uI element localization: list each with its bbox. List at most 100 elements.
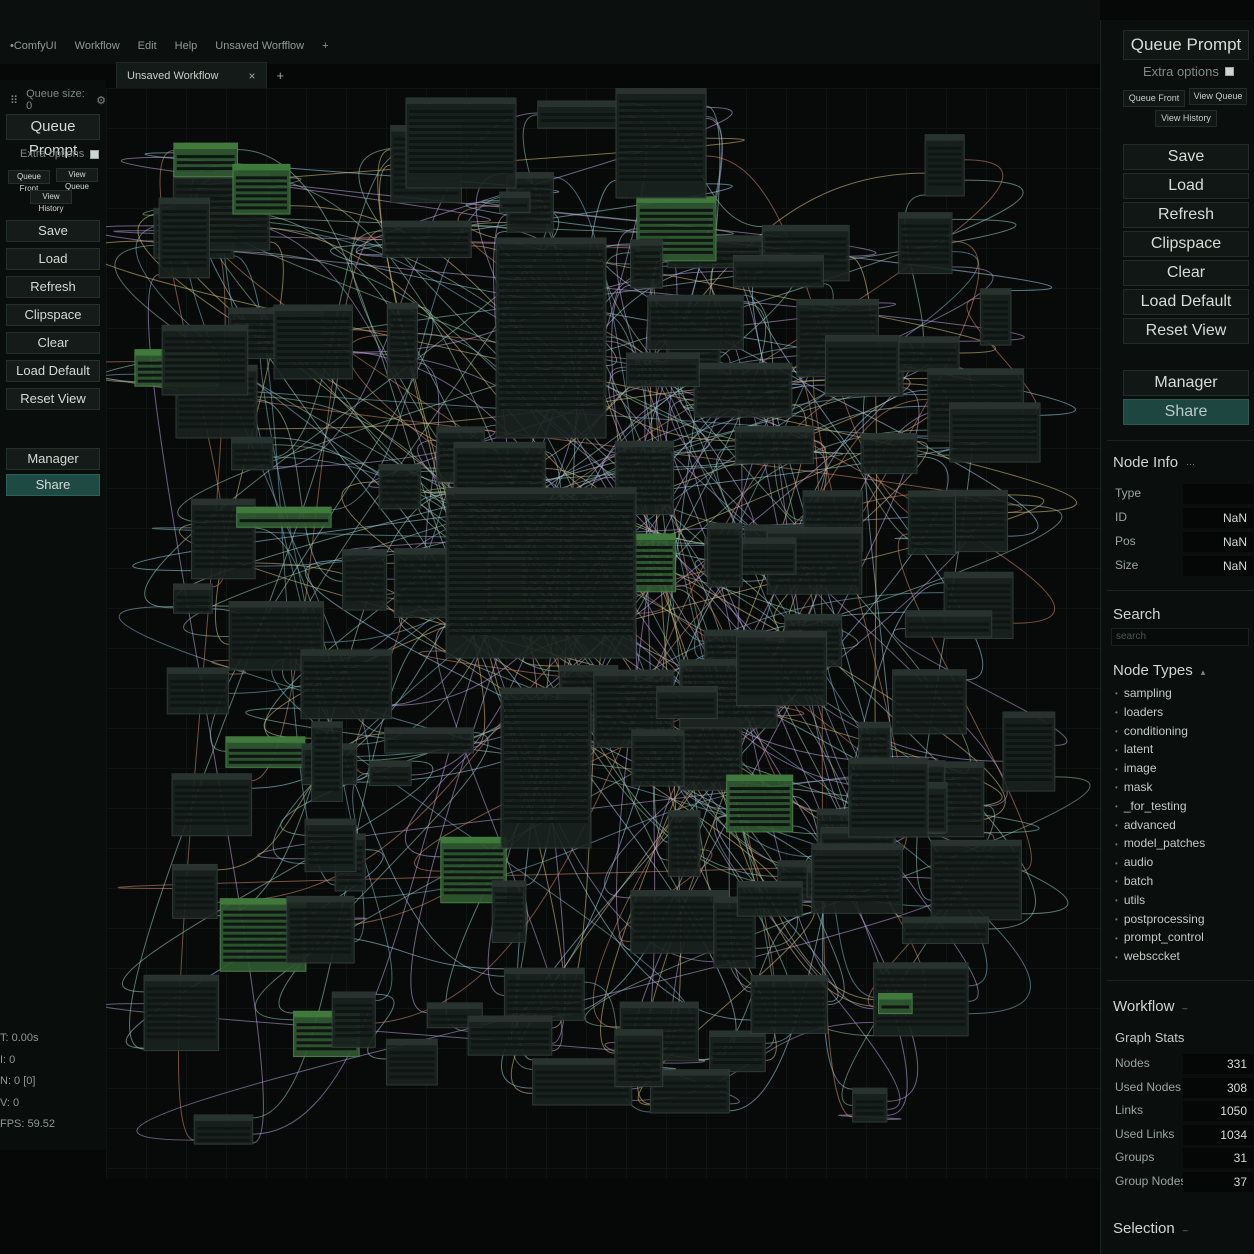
extra-options-checkbox-right[interactable]: [1224, 67, 1234, 76]
node-type-item[interactable]: prompt_control: [1115, 930, 1204, 944]
extra-options-checkbox[interactable]: [90, 149, 100, 159]
graph-node-widget: [535, 1088, 629, 1092]
node-type-item[interactable]: _for_testing: [1115, 799, 1187, 813]
node-type-item[interactable]: advanced: [1115, 818, 1176, 832]
node-types-title: Node Types: [1113, 662, 1193, 679]
collapse-icon[interactable]: –: [1183, 1225, 1188, 1235]
load-button-right[interactable]: Load: [1123, 173, 1249, 199]
node-type-item[interactable]: mask: [1115, 780, 1153, 794]
node-type-item[interactable]: conditioning: [1115, 724, 1188, 738]
add-tab-icon[interactable]: +: [277, 68, 285, 83]
clipspace-button[interactable]: Clipspace: [6, 304, 100, 326]
extra-options-toggle[interactable]: Extra options: [20, 148, 100, 160]
graph-node-widget: [502, 204, 527, 208]
queue-prompt-button[interactable]: Queue Prompt: [6, 114, 100, 159]
top-add-tab-icon[interactable]: +: [322, 40, 328, 52]
graph-node-widget: [382, 494, 418, 498]
graph-canvas[interactable]: [106, 88, 1100, 1178]
node-info-title: Node Info: [1113, 454, 1179, 471]
close-icon[interactable]: ×: [249, 69, 256, 83]
graph-node-widget: [934, 858, 1019, 862]
view-history-button-right[interactable]: View History: [1155, 110, 1217, 127]
load-button[interactable]: Load: [6, 248, 100, 270]
drag-handle-icon[interactable]: ⠿: [10, 94, 18, 107]
graph-node-widget: [303, 703, 389, 707]
node-type-item[interactable]: batch: [1115, 874, 1153, 888]
queue-prompt-button-right[interactable]: Queue Prompt: [1123, 30, 1249, 60]
clear-button-right[interactable]: Clear: [1123, 260, 1249, 286]
reset-view-button-right[interactable]: Reset View: [1123, 318, 1249, 344]
graph-node-widget: [170, 679, 226, 683]
clear-button[interactable]: Clear: [6, 332, 100, 354]
graph-node-widget: [619, 124, 703, 127]
manager-button-right[interactable]: Manager: [1123, 370, 1249, 396]
view-queue-button-right[interactable]: View Queue: [1189, 88, 1247, 105]
extra-options-toggle-right[interactable]: Extra options: [1143, 64, 1234, 79]
graph-node-widget: [787, 626, 839, 630]
graph-node-widget: [276, 364, 350, 368]
graph-node-widget: [449, 620, 633, 623]
node-type-item[interactable]: utils: [1115, 893, 1145, 907]
node-info-header[interactable]: Node Info ⋯: [1113, 454, 1195, 471]
graph-node-widget: [618, 465, 671, 469]
workflow-stat-label: Groups: [1115, 1150, 1155, 1164]
refresh-button[interactable]: Refresh: [6, 276, 100, 298]
menu-edit[interactable]: Edit: [138, 40, 157, 52]
node-type-item[interactable]: model_patches: [1115, 836, 1205, 850]
share-button[interactable]: Share: [6, 474, 100, 496]
share-button-right[interactable]: Share: [1123, 399, 1249, 425]
node-type-item[interactable]: image: [1115, 761, 1157, 775]
save-button[interactable]: Save: [6, 220, 100, 242]
selection-header[interactable]: Selection –: [1113, 1220, 1188, 1237]
node-type-item[interactable]: websccket: [1115, 949, 1180, 963]
graph-node-header: [927, 368, 1024, 375]
graph-node-header: [949, 402, 1041, 409]
node-type-item[interactable]: latent: [1115, 742, 1153, 756]
queue-front-button[interactable]: Queue Front: [8, 170, 50, 193]
stat-n: N: 0 [0]: [0, 1075, 36, 1087]
collapse-icon[interactable]: –: [1182, 1003, 1187, 1013]
graph-node-header: [501, 688, 591, 694]
search-input[interactable]: search: [1111, 628, 1249, 646]
graph-node-widget: [617, 1041, 660, 1045]
app-logo[interactable]: •ComfyUI: [10, 40, 57, 52]
node-type-item[interactable]: sampling: [1115, 686, 1172, 700]
settings-gear-icon[interactable]: ⚙: [96, 94, 106, 107]
view-history-button[interactable]: View History: [30, 190, 72, 213]
graph-node-widget: [471, 1046, 549, 1050]
graph-node-widget: [176, 167, 235, 171]
reset-view-button[interactable]: Reset View: [6, 388, 100, 410]
top-workflow-tab[interactable]: Unsaved Worfflow: [215, 40, 304, 52]
graph-node-widget: [179, 419, 255, 423]
node-type-item[interactable]: audio: [1115, 855, 1153, 869]
graph-node-widget: [147, 1029, 216, 1033]
workflow-header[interactable]: Workflow –: [1113, 998, 1187, 1015]
queue-front-button-right[interactable]: Queue Front: [1123, 90, 1185, 107]
divider: [1107, 980, 1253, 981]
node-types-header[interactable]: Node Types ▴: [1113, 662, 1205, 679]
node-type-value: [1183, 484, 1253, 504]
workflow-stat-label: Used Nodes: [1115, 1079, 1182, 1094]
view-queue-button[interactable]: View Queue: [56, 168, 98, 191]
graph-node-widget: [754, 1011, 825, 1015]
menu-help[interactable]: Help: [175, 40, 198, 52]
collapse-icon[interactable]: ⋯: [1186, 459, 1195, 469]
graph-node-widget: [390, 345, 415, 349]
node-graph[interactable]: [106, 88, 1100, 1178]
graph-stats-label: Graph Stats: [1115, 1030, 1185, 1045]
load-default-button-right[interactable]: Load Default: [1123, 289, 1249, 315]
collapse-icon[interactable]: ▴: [1201, 667, 1206, 677]
tab-unsaved-workflow[interactable]: Unsaved Workflow ×: [116, 62, 267, 88]
manager-button[interactable]: Manager: [6, 448, 100, 470]
menu-workflow[interactable]: Workflow: [75, 40, 120, 52]
save-button-right[interactable]: Save: [1123, 144, 1249, 170]
refresh-button-right[interactable]: Refresh: [1123, 202, 1249, 228]
clipspace-button-right[interactable]: Clipspace: [1123, 231, 1249, 257]
graph-node-widget: [1006, 747, 1052, 751]
graph-node-widget: [799, 329, 876, 333]
load-default-button[interactable]: Load Default: [6, 360, 100, 382]
graph-node-widget: [194, 529, 253, 533]
node-type-item[interactable]: postprocessing: [1115, 912, 1205, 926]
node-type-item[interactable]: loaders: [1115, 705, 1163, 719]
graph-node-widget: [499, 304, 603, 307]
